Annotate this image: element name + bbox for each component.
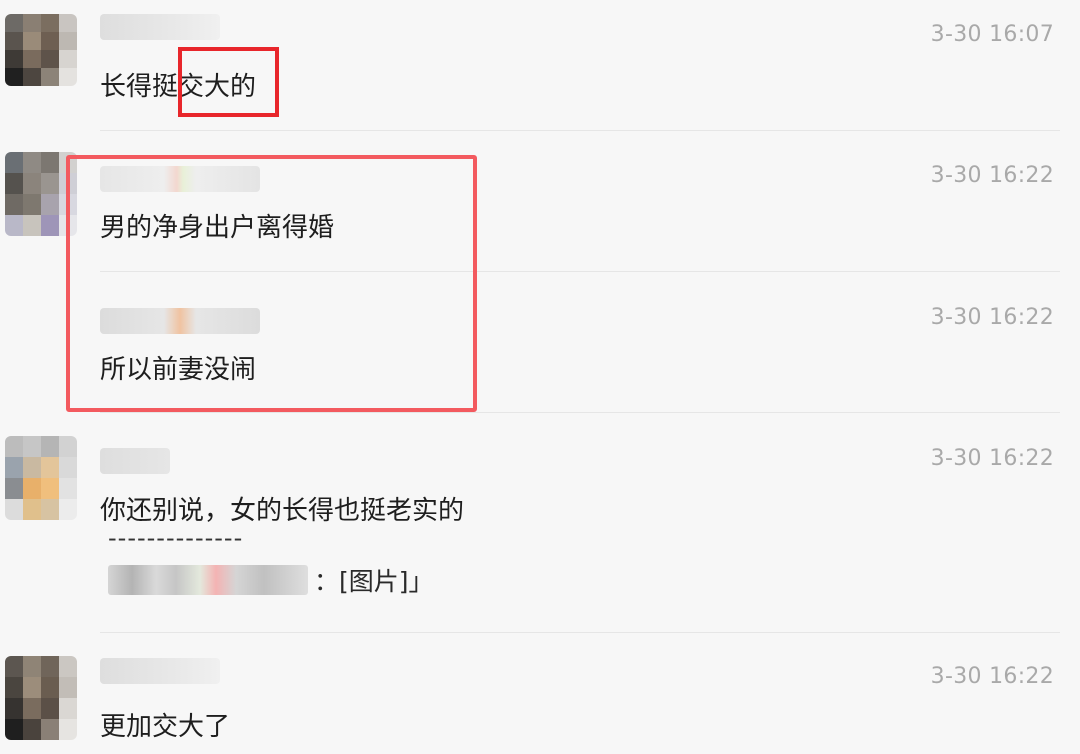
quoted-content: ：[图片]」	[314, 567, 434, 596]
avatar[interactable]	[5, 436, 77, 520]
timestamp: 3-30 16:22	[930, 163, 1054, 188]
timestamp: 3-30 16:22	[930, 305, 1054, 330]
sender-name[interactable]	[100, 658, 220, 684]
quote-divider: --------------	[108, 524, 244, 552]
chat-message: 3-30 16:07 长得挺交大的	[0, 0, 1080, 130]
chat-message: 3-30 16:22 更加交大了	[0, 632, 1080, 754]
avatar[interactable]	[5, 14, 77, 86]
timestamp: 3-30 16:07	[930, 22, 1054, 47]
chat-message: 3-30 16:22 你还别说，女的长得也挺老实的 --------------	[0, 412, 1080, 632]
highlight-box	[66, 155, 477, 412]
quoted-sender	[108, 565, 308, 595]
avatar[interactable]	[5, 656, 77, 740]
sender-name[interactable]	[100, 448, 170, 474]
timestamp: 3-30 16:22	[930, 446, 1054, 471]
message-text: 你还别说，女的长得也挺老实的	[100, 496, 465, 526]
sender-name[interactable]	[100, 14, 220, 40]
timestamp: 3-30 16:22	[930, 664, 1054, 689]
quoted-message[interactable]: ：[图片]」	[108, 562, 434, 598]
highlight-box	[178, 47, 279, 117]
message-text: 更加交大了	[100, 712, 231, 742]
